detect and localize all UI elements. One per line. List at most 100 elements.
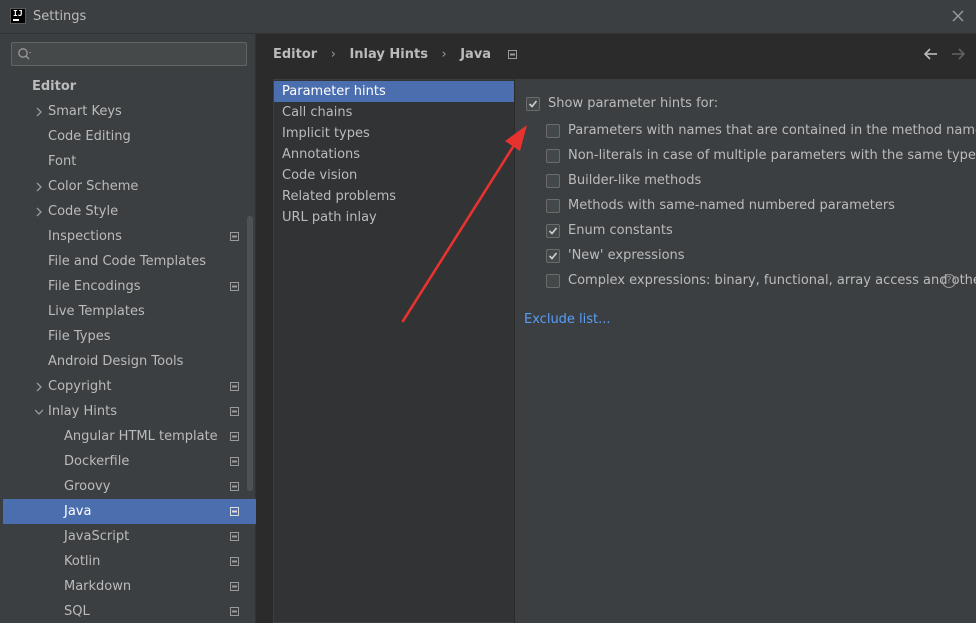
- sidebar-item-markdown[interactable]: Markdown: [3, 574, 256, 599]
- checkmark-icon: [528, 100, 538, 108]
- sidebar-item-label: Inspections: [48, 229, 122, 244]
- sidebar-item-groovy[interactable]: Groovy: [3, 474, 256, 499]
- title-bar: IJ Settings: [0, 0, 976, 34]
- settings-sidebar: Editor Smart Keys Code Editing Font Color Sc…: [0, 34, 256, 623]
- option-label: Builder-like methods: [568, 173, 702, 188]
- help-icon[interactable]: ?: [942, 274, 956, 288]
- option-label: Parameters with names that are contained…: [568, 123, 976, 138]
- project-scope-icon: [230, 607, 239, 616]
- sidebar-item-angular-html-template[interactable]: Angular HTML template: [3, 424, 256, 449]
- sidebar-item-label: JavaScript: [64, 529, 130, 544]
- sidebar-item-label: File and Code Templates: [48, 254, 206, 269]
- hint-item-related-problems[interactable]: Related problems: [274, 186, 514, 207]
- sidebar-item-label: Editor: [32, 79, 77, 94]
- option-label: 'New' expressions: [568, 248, 685, 263]
- chevron-right-icon[interactable]: [35, 207, 43, 217]
- settings-search[interactable]: [11, 42, 247, 66]
- sidebar-item-label: Kotlin: [64, 554, 101, 569]
- checkmark-icon: [548, 252, 558, 260]
- sidebar-item-label: Android Design Tools: [48, 354, 184, 369]
- project-scope-icon: [230, 407, 239, 416]
- sidebar-item-javascript[interactable]: JavaScript: [3, 524, 256, 549]
- breadcrumb-inlay-hints[interactable]: Inlay Hints: [349, 47, 427, 62]
- chevron-right-icon[interactable]: [35, 107, 43, 117]
- sidebar-item-label: SQL: [64, 604, 90, 619]
- hint-item-parameter-hints[interactable]: Parameter hints: [274, 81, 514, 102]
- checkmark-icon: [548, 227, 558, 235]
- back-arrow-icon[interactable]: [923, 46, 939, 62]
- sidebar-scrollbar[interactable]: [247, 216, 253, 491]
- close-icon[interactable]: [950, 8, 966, 24]
- sidebar-item-copyright[interactable]: Copyright: [3, 374, 256, 399]
- project-scope-icon: [230, 532, 239, 541]
- search-icon: [18, 48, 31, 60]
- checkbox-unchecked[interactable]: [546, 199, 560, 213]
- project-scope-icon: [230, 457, 239, 466]
- window-title: Settings: [33, 9, 87, 24]
- sidebar-item-editor[interactable]: Editor: [3, 74, 256, 99]
- sidebar-item-label: File Encodings: [48, 279, 141, 294]
- sidebar-item-kotlin[interactable]: Kotlin: [3, 549, 256, 574]
- search-input[interactable]: [38, 45, 238, 63]
- sidebar-item-label: Code Editing: [48, 129, 131, 144]
- project-scope-icon: [230, 382, 239, 391]
- sidebar-item-label: Font: [48, 154, 77, 169]
- sidebar-item-label: Smart Keys: [48, 104, 122, 119]
- sidebar-item-label: File Types: [48, 329, 111, 344]
- checkbox-unchecked[interactable]: [546, 149, 560, 163]
- option-label: Complex expressions: binary, functional,…: [568, 273, 976, 288]
- sidebar-item-label: Dockerfile: [64, 454, 130, 469]
- sidebar-item-font[interactable]: Font: [3, 149, 256, 174]
- sidebar-item-code-style[interactable]: Code Style: [3, 199, 256, 224]
- checkbox-unchecked[interactable]: [546, 274, 560, 288]
- project-scope-icon: [230, 282, 239, 291]
- intellij-logo-icon: IJ: [10, 8, 26, 24]
- hint-item-annotations[interactable]: Annotations: [274, 144, 514, 165]
- sidebar-item-java[interactable]: Java: [3, 499, 256, 524]
- sidebar-item-android-design-tools[interactable]: Android Design Tools: [3, 349, 256, 374]
- checkbox-unchecked[interactable]: [546, 174, 560, 188]
- sidebar-item-label: Code Style: [48, 204, 119, 219]
- forward-arrow-icon: [952, 48, 966, 60]
- breadcrumb-separator-icon: ›: [441, 47, 447, 62]
- sidebar-item-label: Groovy: [64, 479, 111, 494]
- sidebar-item-label: Angular HTML template: [64, 429, 218, 444]
- option-label: Methods with same-named numbered paramet…: [568, 198, 895, 213]
- sidebar-item-inspections[interactable]: Inspections: [3, 224, 256, 249]
- hint-item-code-vision[interactable]: Code vision: [274, 165, 514, 186]
- sidebar-item-file-types[interactable]: File Types: [3, 324, 256, 349]
- exclude-list-link[interactable]: Exclude list...: [524, 312, 611, 327]
- project-scope-icon: [230, 582, 239, 591]
- sidebar-item-code-editing[interactable]: Code Editing: [3, 124, 256, 149]
- chevron-down-icon[interactable]: [35, 407, 43, 417]
- sidebar-item-inlay-hints[interactable]: Inlay Hints: [3, 399, 256, 424]
- sidebar-item-label: Copyright: [48, 379, 112, 394]
- hint-item-call-chains[interactable]: Call chains: [274, 102, 514, 123]
- option-label: Enum constants: [568, 223, 673, 238]
- sidebar-item-dockerfile[interactable]: Dockerfile: [3, 449, 256, 474]
- sidebar-item-color-scheme[interactable]: Color Scheme: [3, 174, 256, 199]
- sidebar-item-sql[interactable]: SQL: [3, 599, 256, 623]
- option-label: Show parameter hints for:: [548, 96, 719, 111]
- checkbox-checked[interactable]: [546, 249, 560, 263]
- project-scope-icon: [230, 432, 239, 441]
- checkbox-checked[interactable]: [526, 97, 540, 111]
- chevron-right-icon[interactable]: [35, 182, 43, 192]
- sidebar-item-label: Java: [64, 504, 92, 519]
- checkbox-unchecked[interactable]: [546, 124, 560, 138]
- project-scope-icon: [230, 507, 239, 516]
- sidebar-item-file-encodings[interactable]: File Encodings: [3, 274, 256, 299]
- project-scope-icon: [507, 50, 517, 59]
- sidebar-item-live-templates[interactable]: Live Templates: [3, 299, 256, 324]
- chevron-right-icon[interactable]: [35, 382, 43, 392]
- checkbox-checked[interactable]: [546, 224, 560, 238]
- hint-item-implicit-types[interactable]: Implicit types: [274, 123, 514, 144]
- breadcrumb-java: Java: [460, 47, 492, 62]
- breadcrumb: Editor › Inlay Hints › Java: [273, 47, 517, 65]
- project-scope-icon: [230, 232, 239, 241]
- breadcrumb-separator-icon: ›: [330, 47, 336, 62]
- breadcrumb-editor[interactable]: Editor: [273, 47, 317, 62]
- hint-item-url-path-inlay[interactable]: URL path inlay: [274, 207, 514, 228]
- sidebar-item-smart-keys[interactable]: Smart Keys: [3, 99, 256, 124]
- sidebar-item-file-and-code-templates[interactable]: File and Code Templates: [3, 249, 256, 274]
